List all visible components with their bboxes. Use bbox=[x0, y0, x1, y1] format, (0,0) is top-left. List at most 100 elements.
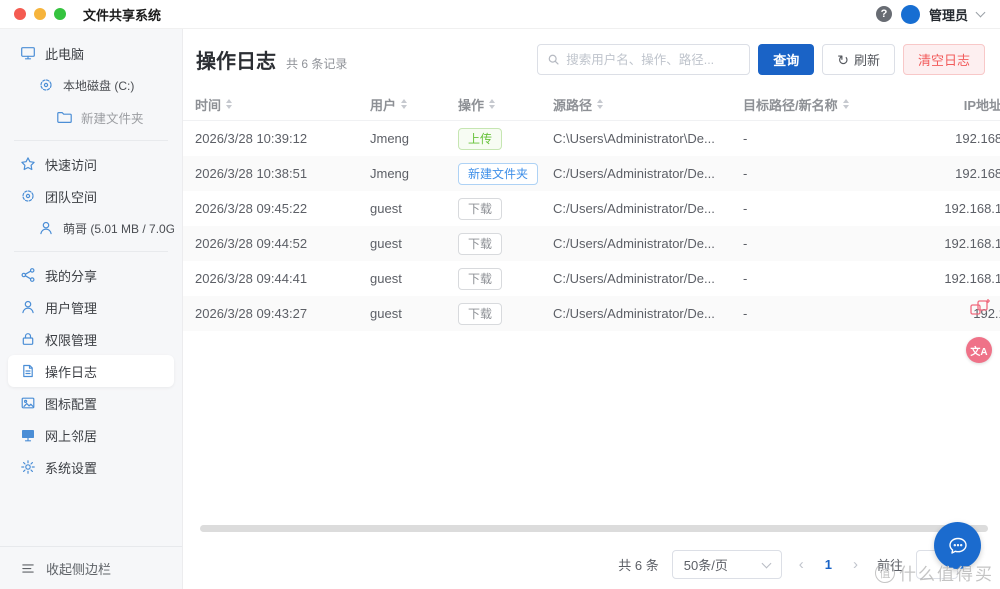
page-title: 操作日志 bbox=[196, 45, 276, 74]
sidebar: 此电脑 本地磁盘 (C:) 新建文件夹 快速访问 bbox=[0, 29, 183, 589]
cell-action: 上传 bbox=[458, 128, 553, 150]
sidebar-item-label: 图标配置 bbox=[45, 394, 97, 413]
image-icon bbox=[20, 395, 36, 411]
sidebar-item[interactable]: 图标配置 bbox=[8, 387, 174, 419]
help-icon[interactable]: ? bbox=[876, 6, 892, 22]
action-badge: 上传 bbox=[458, 128, 502, 150]
collapse-sidebar-button[interactable]: 收起侧边栏 bbox=[0, 546, 182, 589]
sidebar-item[interactable]: 团队空间 bbox=[8, 180, 174, 212]
monitor-icon bbox=[20, 45, 36, 61]
sidebar-divider bbox=[14, 251, 168, 252]
table-row: 2026/3/28 09:45:22 guest 下载 C:/Users/Adm… bbox=[183, 191, 1000, 226]
sort-icon bbox=[597, 99, 603, 109]
sidebar-item-label: 团队空间 bbox=[45, 187, 97, 206]
sidebar-item-label: 用户管理 bbox=[45, 298, 97, 317]
cell-ip: 192.168.1.1 bbox=[918, 201, 1000, 216]
sidebar-item-label: 操作日志 bbox=[45, 362, 97, 381]
action-badge: 下载 bbox=[458, 198, 502, 220]
column-header[interactable]: IP地址 bbox=[918, 95, 1000, 114]
refresh-icon: ↻ bbox=[837, 53, 849, 67]
sidebar-item[interactable]: 新建文件夹 bbox=[8, 101, 174, 133]
cell-target-path: - bbox=[743, 236, 918, 251]
chat-button[interactable] bbox=[934, 522, 981, 569]
sidebar-item[interactable]: 本地磁盘 (C:) bbox=[8, 69, 174, 101]
cell-source-path: C:/Users/Administrator/De... bbox=[553, 201, 743, 216]
sort-icon bbox=[843, 99, 849, 109]
close-button[interactable] bbox=[14, 8, 26, 20]
cell-ip: 192.168.1 bbox=[918, 131, 1000, 146]
cell-source-path: C:/Users/Administrator/De... bbox=[553, 306, 743, 321]
current-page: 1 bbox=[821, 557, 836, 572]
traffic-lights bbox=[14, 8, 66, 20]
sidebar-item[interactable]: 萌哥 (5.01 MB / 7.0GB) bbox=[8, 212, 174, 244]
sidebar-item[interactable]: 操作日志 bbox=[8, 355, 174, 387]
titlebar-right: ? 管理员 bbox=[876, 5, 984, 24]
next-page-button[interactable]: › bbox=[849, 556, 862, 573]
sidebar-item[interactable]: 网上邻居 bbox=[8, 419, 174, 451]
column-header[interactable]: 用户 bbox=[370, 95, 458, 114]
refresh-button[interactable]: ↻ 刷新 bbox=[822, 44, 895, 75]
sidebar-item-label: 此电脑 bbox=[45, 44, 84, 63]
sidebar-item-label: 新建文件夹 bbox=[81, 108, 144, 127]
lock-icon bbox=[20, 331, 36, 347]
cell-action: 下载 bbox=[458, 303, 553, 325]
table-header: 时间 用户 操作 源路径 bbox=[183, 88, 1000, 121]
window-title: 文件共享系统 bbox=[83, 5, 161, 24]
sidebar-item-label: 权限管理 bbox=[45, 330, 97, 349]
cell-source-path: C:/Users/Administrator/De... bbox=[553, 271, 743, 286]
action-badge: 下载 bbox=[458, 268, 502, 290]
column-header[interactable]: 目标路径/新名称 bbox=[743, 95, 918, 114]
sidebar-item-label: 本地磁盘 (C:) bbox=[63, 77, 134, 94]
sidebar-divider bbox=[14, 140, 168, 141]
cell-target-path: - bbox=[743, 131, 918, 146]
sidebar-item[interactable]: 用户管理 bbox=[8, 291, 174, 323]
cell-target-path: - bbox=[743, 166, 918, 181]
translate-icon[interactable]: 文A bbox=[966, 337, 992, 363]
column-header[interactable]: 操作 bbox=[458, 95, 553, 114]
sidebar-menu: 此电脑 本地磁盘 (C:) 新建文件夹 快速访问 bbox=[0, 29, 182, 483]
page-size-select[interactable]: 50条/页 bbox=[672, 550, 782, 579]
maximize-button[interactable] bbox=[54, 8, 66, 20]
clear-log-button[interactable]: 清空日志 bbox=[903, 44, 985, 75]
cell-ip: 192.168.1 bbox=[918, 166, 1000, 181]
sidebar-item[interactable]: 系统设置 bbox=[8, 451, 174, 483]
sidebar-item-label: 快速访问 bbox=[45, 155, 97, 174]
horizontal-scrollbar[interactable] bbox=[200, 525, 988, 532]
query-button[interactable]: 查询 bbox=[758, 44, 814, 75]
goto-label: 前往 bbox=[877, 555, 903, 574]
chevron-down-icon[interactable] bbox=[976, 7, 986, 17]
sidebar-item[interactable]: 此电脑 bbox=[8, 37, 174, 69]
cell-ip: 192.168.1.1 bbox=[918, 271, 1000, 286]
table-row: 2026/3/28 09:43:27 guest 下载 C:/Users/Adm… bbox=[183, 296, 1000, 331]
sidebar-item-label: 萌哥 (5.01 MB / 7.0GB) bbox=[63, 220, 174, 237]
network-icon bbox=[20, 427, 36, 443]
titlebar: 文件共享系统 ? 管理员 bbox=[0, 0, 1000, 29]
cell-user: guest bbox=[370, 271, 458, 286]
collapse-icon bbox=[20, 561, 36, 576]
folder-icon bbox=[56, 109, 72, 125]
user-icon bbox=[20, 299, 36, 315]
cell-user: Jmeng bbox=[370, 166, 458, 181]
cell-target-path: - bbox=[743, 306, 918, 321]
cell-user: Jmeng bbox=[370, 131, 458, 146]
avatar[interactable] bbox=[901, 5, 920, 24]
sidebar-item[interactable]: 快速访问 bbox=[8, 148, 174, 180]
sidebar-item[interactable]: 权限管理 bbox=[8, 323, 174, 355]
sort-icon bbox=[489, 99, 495, 109]
prev-page-button[interactable]: ‹ bbox=[795, 556, 808, 573]
sidebar-item[interactable]: 我的分享 bbox=[8, 259, 174, 291]
search-input[interactable] bbox=[566, 53, 740, 67]
table-row: 2026/3/28 09:44:52 guest 下载 C:/Users/Adm… bbox=[183, 226, 1000, 261]
main-header: 操作日志 共 6 条记录 查询 ↻ 刷新 清空日志 bbox=[183, 29, 1000, 75]
cell-user: guest bbox=[370, 236, 458, 251]
collect-icon[interactable] bbox=[968, 297, 992, 319]
table-row: 2026/3/28 10:38:51 Jmeng 新建文件夹 C:/Users/… bbox=[183, 156, 1000, 191]
minimize-button[interactable] bbox=[34, 8, 46, 20]
column-header[interactable]: 时间 bbox=[195, 95, 370, 114]
action-badge: 新建文件夹 bbox=[458, 163, 538, 185]
cell-target-path: - bbox=[743, 271, 918, 286]
column-header[interactable]: 源路径 bbox=[553, 95, 743, 114]
cell-user: guest bbox=[370, 306, 458, 321]
log-table: 时间 用户 操作 源路径 bbox=[183, 88, 1000, 331]
sort-icon bbox=[226, 99, 232, 109]
